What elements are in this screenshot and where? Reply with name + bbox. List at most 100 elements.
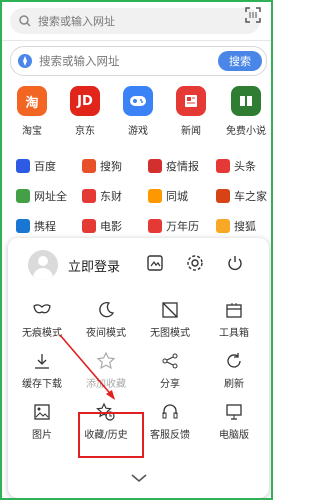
address-placeholder: 搜索或输入网址 (38, 15, 115, 28)
link-label: 搜狐 (234, 220, 256, 233)
link-label: 疫情报 (166, 160, 199, 173)
link-sohu[interactable]: 搜狐 (216, 218, 256, 234)
app-news[interactable]: 新闻 (171, 86, 211, 137)
app-label: 免费小说 (226, 126, 266, 137)
link-58[interactable]: 同城 (148, 188, 188, 204)
incognito-mode-button[interactable]: 无痕模式 (10, 294, 74, 345)
toolbox-button[interactable]: 工具箱 (202, 294, 266, 345)
menu-label: 电脑版 (219, 430, 249, 441)
epidemic-icon (148, 159, 162, 173)
chevron-down-icon[interactable] (130, 472, 148, 484)
app-jd[interactable]: JD 京东 (65, 86, 105, 137)
browser-frame: 搜索或输入网址 搜索或输入网址 搜索 淘 淘宝 JD 京东 游戏 新闻 免费小说… (0, 0, 273, 500)
menu-sheet: 立即登录 无痕模式 夜间模式 无图模式 工具箱 缓存下载 添加收藏 分享 刷新 … (8, 238, 269, 498)
refresh-icon (227, 353, 241, 368)
share-button[interactable]: 分享 (138, 345, 202, 396)
refresh-button[interactable]: 刷新 (202, 345, 266, 396)
news-icon (176, 86, 206, 116)
link-label: 头条 (234, 160, 256, 173)
cache-download-button[interactable]: 缓存下载 (10, 345, 74, 396)
58-icon (148, 189, 162, 203)
baidu-icon (16, 159, 30, 173)
headset-icon (162, 404, 178, 419)
link-label: 东财 (100, 190, 122, 203)
link-label: 同城 (166, 190, 188, 203)
menu-label: 刷新 (224, 379, 244, 390)
night-mode-button[interactable]: 夜间模式 (74, 294, 138, 345)
monitor-icon (226, 404, 242, 420)
link-sogou[interactable]: 搜狗 (82, 158, 122, 174)
book-icon (231, 86, 261, 116)
gamepad-icon (123, 86, 153, 116)
search-icon (19, 15, 31, 27)
moon-icon (99, 302, 115, 318)
add-bookmark-button[interactable]: 添加收藏 (74, 345, 138, 396)
search-button[interactable]: 搜索 (218, 51, 262, 71)
app-label: 京东 (75, 126, 95, 137)
screenshot-icon[interactable] (146, 254, 164, 272)
link-movie[interactable]: 电影 (82, 218, 122, 234)
link-calendar[interactable]: 万年历 (148, 218, 199, 234)
download-icon (35, 354, 49, 369)
link-baidu[interactable]: 百度 (16, 158, 56, 174)
quick-links: 百度 搜狗 疫情报 头条 网址全 东财 同城 车之家 携程 电影 万年历 搜狐 (2, 154, 271, 244)
sites-icon (16, 189, 30, 203)
menu-header: 立即登录 (8, 238, 269, 294)
link-epidemic[interactable]: 疫情报 (148, 158, 199, 174)
toutiao-icon (216, 159, 230, 173)
app-novel[interactable]: 免费小说 (226, 86, 266, 137)
highlight-box (78, 412, 144, 458)
star-icon (96, 351, 116, 370)
link-label: 网址全 (34, 190, 67, 203)
search-placeholder: 搜索或输入网址 (39, 54, 120, 68)
app-games[interactable]: 游戏 (118, 86, 158, 137)
link-label: 车之家 (234, 190, 267, 203)
image-icon (34, 404, 50, 420)
compass-icon (18, 54, 32, 68)
taobao-icon: 淘 (17, 86, 47, 116)
menu-label: 无痕模式 (22, 328, 62, 339)
power-icon[interactable] (226, 254, 244, 272)
menu-label: 分享 (160, 379, 180, 390)
customer-feedback-button[interactable]: 客服反馈 (138, 396, 202, 447)
gear-icon[interactable] (186, 254, 204, 272)
link-eastmoney[interactable]: 东财 (82, 188, 122, 204)
share-icon (162, 353, 178, 369)
images-button[interactable]: 图片 (10, 396, 74, 447)
link-ctrip[interactable]: 携程 (16, 218, 56, 234)
no-image-mode-button[interactable]: 无图模式 (138, 294, 202, 345)
sohu-icon (216, 219, 230, 233)
link-label: 携程 (34, 220, 56, 233)
address-input[interactable]: 搜索或输入网址 (10, 8, 260, 34)
link-toutiao[interactable]: 头条 (216, 158, 256, 174)
app-taobao[interactable]: 淘 淘宝 (12, 86, 52, 137)
movie-icon (82, 219, 96, 233)
menu-label: 添加收藏 (86, 379, 126, 390)
search-box[interactable]: 搜索或输入网址 搜索 (10, 46, 267, 76)
ctrip-icon (16, 219, 30, 233)
menu-label: 客服反馈 (150, 430, 190, 441)
avatar[interactable] (28, 250, 58, 280)
sogou-icon (82, 159, 96, 173)
scan-icon[interactable] (245, 7, 261, 23)
link-label: 百度 (34, 160, 56, 173)
menu-label: 图片 (32, 430, 52, 441)
link-autohome[interactable]: 车之家 (216, 188, 267, 204)
link-url-all[interactable]: 网址全 (16, 188, 67, 204)
no-image-icon (162, 302, 178, 318)
autohome-icon (216, 189, 230, 203)
menu-label: 无图模式 (150, 328, 190, 339)
mask-icon (33, 304, 51, 314)
menu-label: 缓存下载 (22, 379, 62, 390)
app-grid: 淘 淘宝 JD 京东 游戏 新闻 免费小说 (2, 86, 271, 137)
calendar-icon (148, 219, 162, 233)
app-label: 新闻 (181, 126, 201, 137)
top-address-bar: 搜索或输入网址 (2, 2, 271, 41)
link-label: 搜狗 (100, 160, 122, 173)
jd-icon: JD (70, 86, 100, 116)
link-label: 电影 (100, 220, 122, 233)
menu-label: 工具箱 (219, 328, 249, 339)
desktop-version-button[interactable]: 电脑版 (202, 396, 266, 447)
login-button[interactable]: 立即登录 (68, 256, 120, 275)
menu-label: 夜间模式 (86, 328, 126, 339)
